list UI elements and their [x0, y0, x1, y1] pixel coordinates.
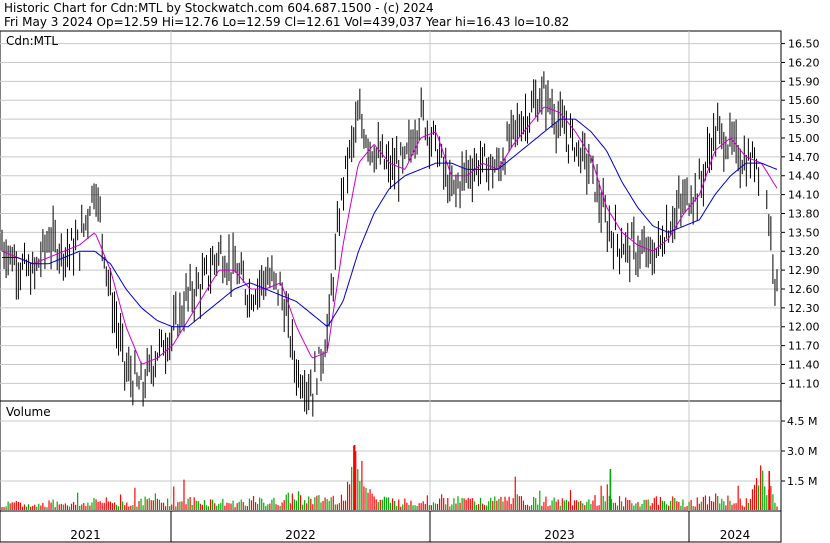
- volume-y-axis: 4.5 M 3.0 M 1.5 M: [781, 415, 817, 488]
- year-label: 2021: [70, 528, 101, 542]
- volume-tick-label: 1.5 M: [787, 475, 817, 488]
- symbol-label: Cdn:MTL: [6, 34, 58, 48]
- volume-label: Volume: [6, 405, 51, 419]
- stock-chart: 16.50 16.20 15.90 15.60 15.30 15.00 14.70 14.40…: [0, 30, 820, 543]
- price-tick-label: 15.60: [788, 94, 820, 107]
- price-tick-label: 15.00: [788, 132, 820, 145]
- price-tick-label: 13.80: [788, 207, 820, 220]
- price-tick-label: 16.20: [788, 56, 820, 69]
- volume-tick-label: 4.5 M: [787, 415, 817, 428]
- price-tick-label: 13.20: [788, 245, 820, 258]
- volume-tick-label: 3.0 M: [787, 445, 817, 458]
- price-tick-label: 11.10: [788, 377, 820, 390]
- price-tick-label: 16.50: [788, 38, 820, 51]
- price-y-axis: 16.50 16.20 15.90 15.60 15.30 15.00 14.70 14.40…: [781, 38, 820, 390]
- volume-panel: [0, 400, 782, 512]
- year-label: 2024: [720, 528, 751, 542]
- year-label: 2023: [544, 528, 575, 542]
- price-tick-label: 14.70: [788, 151, 820, 164]
- price-tick-label: 12.00: [788, 321, 820, 334]
- price-tick-label: 15.30: [788, 113, 820, 126]
- price-tick-label: 12.60: [788, 283, 820, 296]
- price-tick-label: 13.50: [788, 226, 820, 239]
- price-tick-label: 12.30: [788, 302, 820, 315]
- year-label: 2022: [285, 528, 316, 542]
- price-tick-label: 14.40: [788, 170, 820, 183]
- price-tick-label: 11.70: [788, 340, 820, 353]
- price-tick-label: 12.90: [788, 264, 820, 277]
- price-tick-label: 15.90: [788, 75, 820, 88]
- price-tick-label: 14.10: [788, 189, 820, 202]
- price-tick-label: 11.40: [788, 359, 820, 372]
- year-axis-band: [0, 510, 782, 543]
